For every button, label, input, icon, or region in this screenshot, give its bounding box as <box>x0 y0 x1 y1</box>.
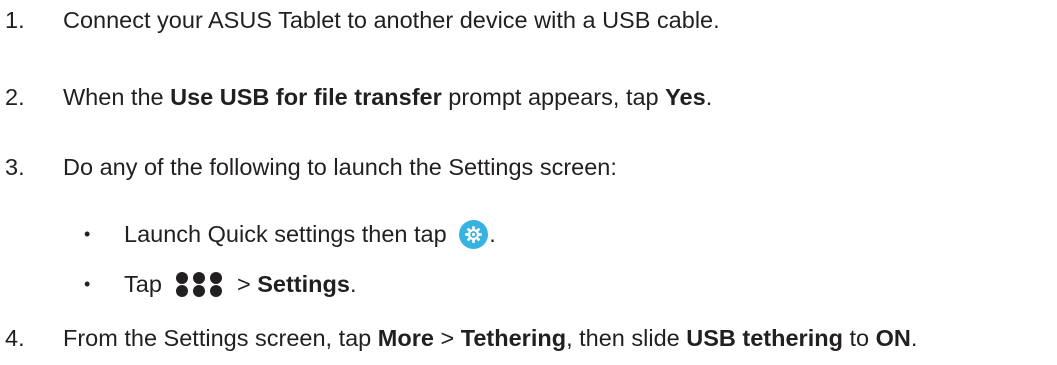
on-label: ON <box>875 324 911 351</box>
bullet-mark: • <box>84 273 91 294</box>
step-text: Connect your ASUS Tablet to another devi… <box>63 6 720 33</box>
bullet-text: Launch Quick settings then tap . <box>124 219 496 249</box>
text-segment: . <box>910 324 918 351</box>
text-segment: . <box>705 83 713 110</box>
text-segment: When the <box>63 83 171 110</box>
text-segment: , then slide <box>566 324 687 351</box>
step-number: 4. <box>5 324 25 351</box>
text-segment: Tap <box>124 270 169 297</box>
text-segment: to <box>842 324 876 351</box>
step-number: 3. <box>5 153 25 180</box>
usb-tethering-label: USB tethering <box>686 324 843 351</box>
text-segment: . <box>349 270 357 297</box>
more-label: More <box>377 324 434 351</box>
text-segment: . <box>489 220 496 247</box>
text-segment: prompt appears, tap <box>441 83 666 110</box>
step-number: 1. <box>5 6 25 33</box>
all-apps-dots-icon <box>174 271 224 297</box>
settings-gear-icon <box>459 219 489 249</box>
prompt-name: Use USB for file transfer <box>170 83 442 110</box>
bullet-mark: • <box>84 223 91 244</box>
text-segment: > <box>433 324 461 351</box>
step-text: Do any of the following to launch the Se… <box>63 153 617 180</box>
text-segment: > <box>230 270 258 297</box>
bullet-text: Tap > Settings . <box>124 271 356 298</box>
text-segment: From the Settings screen, tap <box>63 324 378 351</box>
settings-label: Settings <box>257 270 350 297</box>
step-text: When the Use USB for file transfer promp… <box>63 84 712 111</box>
text-segment: Launch Quick settings then tap <box>124 220 454 247</box>
yes-label: Yes <box>665 83 706 110</box>
step-number: 2. <box>5 83 25 110</box>
step-text: From the Settings screen, tap More > Tet… <box>63 325 917 352</box>
tethering-label: Tethering <box>460 324 567 351</box>
